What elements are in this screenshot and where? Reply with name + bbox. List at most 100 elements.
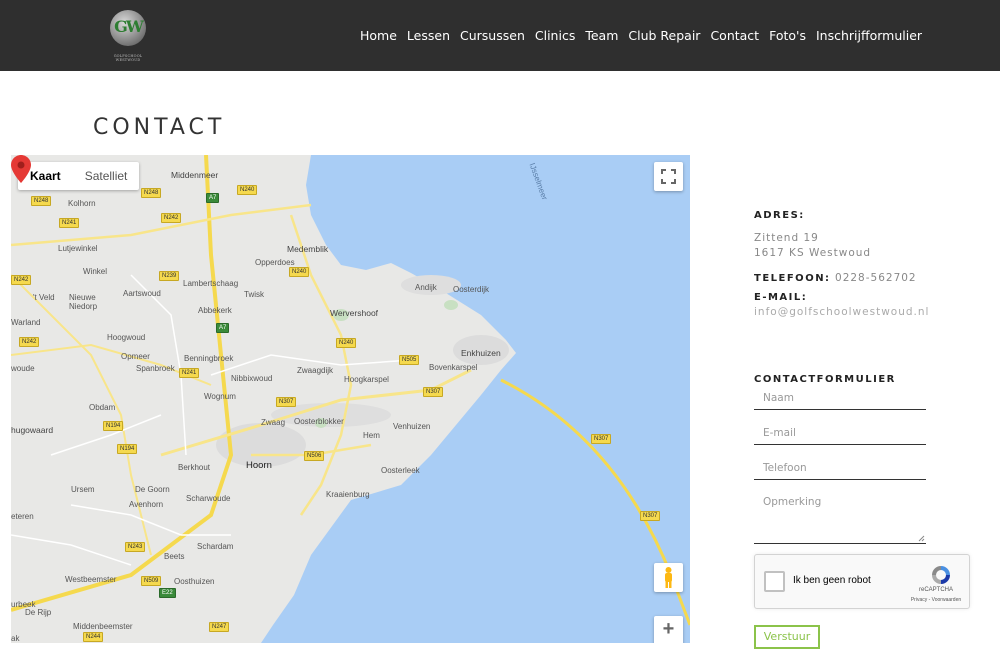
map-label-woude: woude: [11, 364, 35, 373]
nav-item-home[interactable]: Home: [355, 26, 402, 45]
phone-row: TELEFOON: 0228-562702: [754, 268, 917, 286]
pegman-icon: [665, 567, 672, 588]
map-water: [261, 155, 690, 643]
name-field[interactable]: Naam: [754, 388, 926, 410]
nav-item-club-repair[interactable]: Club Repair: [623, 26, 705, 45]
road-sign: N307: [591, 434, 612, 444]
map-label-benningbroek: Benningbroek: [184, 354, 234, 363]
road-sign: A7: [206, 193, 220, 203]
map-label-hoorn: Hoorn: [246, 460, 272, 471]
road-sign: N241: [179, 368, 200, 378]
road-sign: N307: [640, 511, 661, 521]
road-sign: N240: [289, 267, 310, 277]
map-label-opperdoes: Opperdoes: [255, 258, 295, 267]
road-sign: N247: [209, 622, 230, 632]
location-marker-icon[interactable]: [11, 155, 31, 183]
fullscreen-button[interactable]: [654, 162, 683, 191]
road-sign: E22: [159, 588, 176, 598]
form-heading: CONTACTFORMULIER: [754, 374, 896, 385]
map-label-ak: ak: [11, 634, 20, 643]
road-sign: N241: [59, 218, 80, 228]
road-sign: N240: [237, 185, 258, 195]
road-sign: N509: [141, 576, 162, 586]
map-label-oosterleek: Oosterleek: [381, 466, 420, 475]
map-label-urbeek: urbeek: [11, 600, 36, 609]
map-label-hem: Hem: [363, 431, 380, 440]
road-sign: N307: [276, 397, 297, 407]
map-label-schardam: Schardam: [197, 542, 234, 551]
logo-text: GOLFSCHOOL WESTWOUD: [113, 54, 143, 62]
map-label-berkhout: Berkhout: [178, 463, 211, 472]
nav-item-clinics[interactable]: Clinics: [530, 26, 580, 45]
zoom-in-button[interactable]: +: [654, 616, 683, 643]
nav-item-inschrijfformulier[interactable]: Inschrijfformulier: [811, 26, 927, 45]
road-sign: N248: [141, 188, 162, 198]
fullscreen-icon: [661, 169, 676, 184]
map-canvas: [11, 155, 690, 643]
phone-number[interactable]: 0228-562702: [835, 272, 917, 284]
map-label-middenbeemster: Middenbeemster: [73, 622, 133, 631]
nav-item-lessen[interactable]: Lessen: [402, 26, 455, 45]
address-heading: ADRES:: [754, 210, 805, 221]
map-label-hugowaard: hugowaard: [11, 425, 54, 435]
recaptcha-terms-link[interactable]: Privacy - Voorwaarden: [901, 597, 971, 603]
address-line1: Zittend 19: [754, 232, 819, 244]
map-label-de-rijp: De Rijp: [25, 608, 52, 617]
nav-item-cursussen[interactable]: Cursussen: [455, 26, 530, 45]
nav-item-team[interactable]: Team: [580, 26, 623, 45]
road-sign: A7: [216, 323, 230, 333]
map-label-venhuizen: Venhuizen: [393, 422, 431, 431]
map-label-nibbixwoud: Nibbixwoud: [231, 374, 273, 383]
recaptcha-label: Ik ben geen robot: [793, 575, 871, 586]
road-sign: N307: [423, 387, 444, 397]
road-sign: N243: [125, 542, 146, 552]
street-view-button[interactable]: [654, 563, 683, 592]
map-label-aartswoud: Aartswoud: [123, 289, 161, 298]
submit-button[interactable]: Verstuur: [754, 625, 820, 649]
recaptcha-checkbox[interactable]: [764, 571, 785, 592]
address-line2: 1617 KS Westwoud: [754, 247, 872, 259]
map-label-bovenkarspel: Bovenkarspel: [429, 363, 478, 372]
nav-item-contact[interactable]: Contact: [705, 26, 764, 45]
map-label-medemblik: Medemblik: [287, 244, 329, 254]
road-sign: N194: [117, 444, 138, 454]
google-map[interactable]: Kaart Satelliet + IJsselmeer Middenmeer …: [11, 155, 690, 643]
map-label-lambertschaag: Lambertschaag: [183, 279, 239, 288]
map-label-middenmeer: Middenmeer: [171, 170, 219, 180]
main-nav: Home Lessen Cursussen Clinics Team Club …: [355, 26, 927, 45]
map-label-hoogwoud: Hoogwoud: [107, 333, 146, 342]
map-label-nieuwe-niedorp: Nieuwe Niedorp: [69, 293, 98, 311]
email-link[interactable]: info@golfschoolwestwoud.nl: [754, 306, 929, 318]
phone-field[interactable]: Telefoon: [754, 458, 926, 480]
map-label-scharwoude: Scharwoude: [186, 494, 231, 503]
map-label-kolhorn: Kolhorn: [68, 199, 96, 208]
map-label-westbeemster: Westbeemster: [65, 575, 117, 584]
email-heading: E-MAIL:: [754, 292, 808, 303]
map-label-oosterblokker: Oosterblokker: [294, 417, 344, 426]
road-sign: N505: [399, 355, 420, 365]
map-type-satellite-button[interactable]: Satelliet: [73, 162, 140, 190]
map-label-obdam: Obdam: [89, 403, 116, 412]
map-label-kraaienburg: Kraaienburg: [326, 490, 370, 499]
remark-field[interactable]: Opmerking: [754, 492, 926, 544]
map-label-eteren: eteren: [11, 512, 34, 521]
map-label-oosterdijk: Oosterdijk: [453, 285, 490, 294]
map-label-winkel: Winkel: [83, 267, 108, 276]
map-label-tveld: 't Veld: [33, 293, 55, 302]
road-sign: N194: [103, 421, 124, 431]
road-sign: N242: [161, 213, 182, 223]
logo[interactable]: GW GOLFSCHOOL WESTWOUD: [103, 10, 153, 62]
road-sign: N242: [19, 337, 40, 347]
road-sign: N242: [11, 275, 32, 285]
map-label-lutjewinkel: Lutjewinkel: [58, 244, 98, 253]
email-field[interactable]: E-mail: [754, 423, 926, 445]
nav-item-fotos[interactable]: Foto's: [764, 26, 811, 45]
resize-handle-icon[interactable]: [918, 535, 925, 542]
map-label-avenhorn: Avenhorn: [129, 500, 164, 509]
remark-placeholder: Opmerking: [763, 496, 822, 508]
map-label-wervershoof: Wervershoof: [330, 308, 379, 318]
site-header: GW GOLFSCHOOL WESTWOUD Home Lessen Cursu…: [0, 0, 1000, 71]
map-label-opmeer: Opmeer: [121, 352, 150, 361]
map-label-ursem: Ursem: [71, 485, 95, 494]
recaptcha-widget: Ik ben geen robot reCAPTCHA Privacy - Vo…: [754, 554, 970, 609]
